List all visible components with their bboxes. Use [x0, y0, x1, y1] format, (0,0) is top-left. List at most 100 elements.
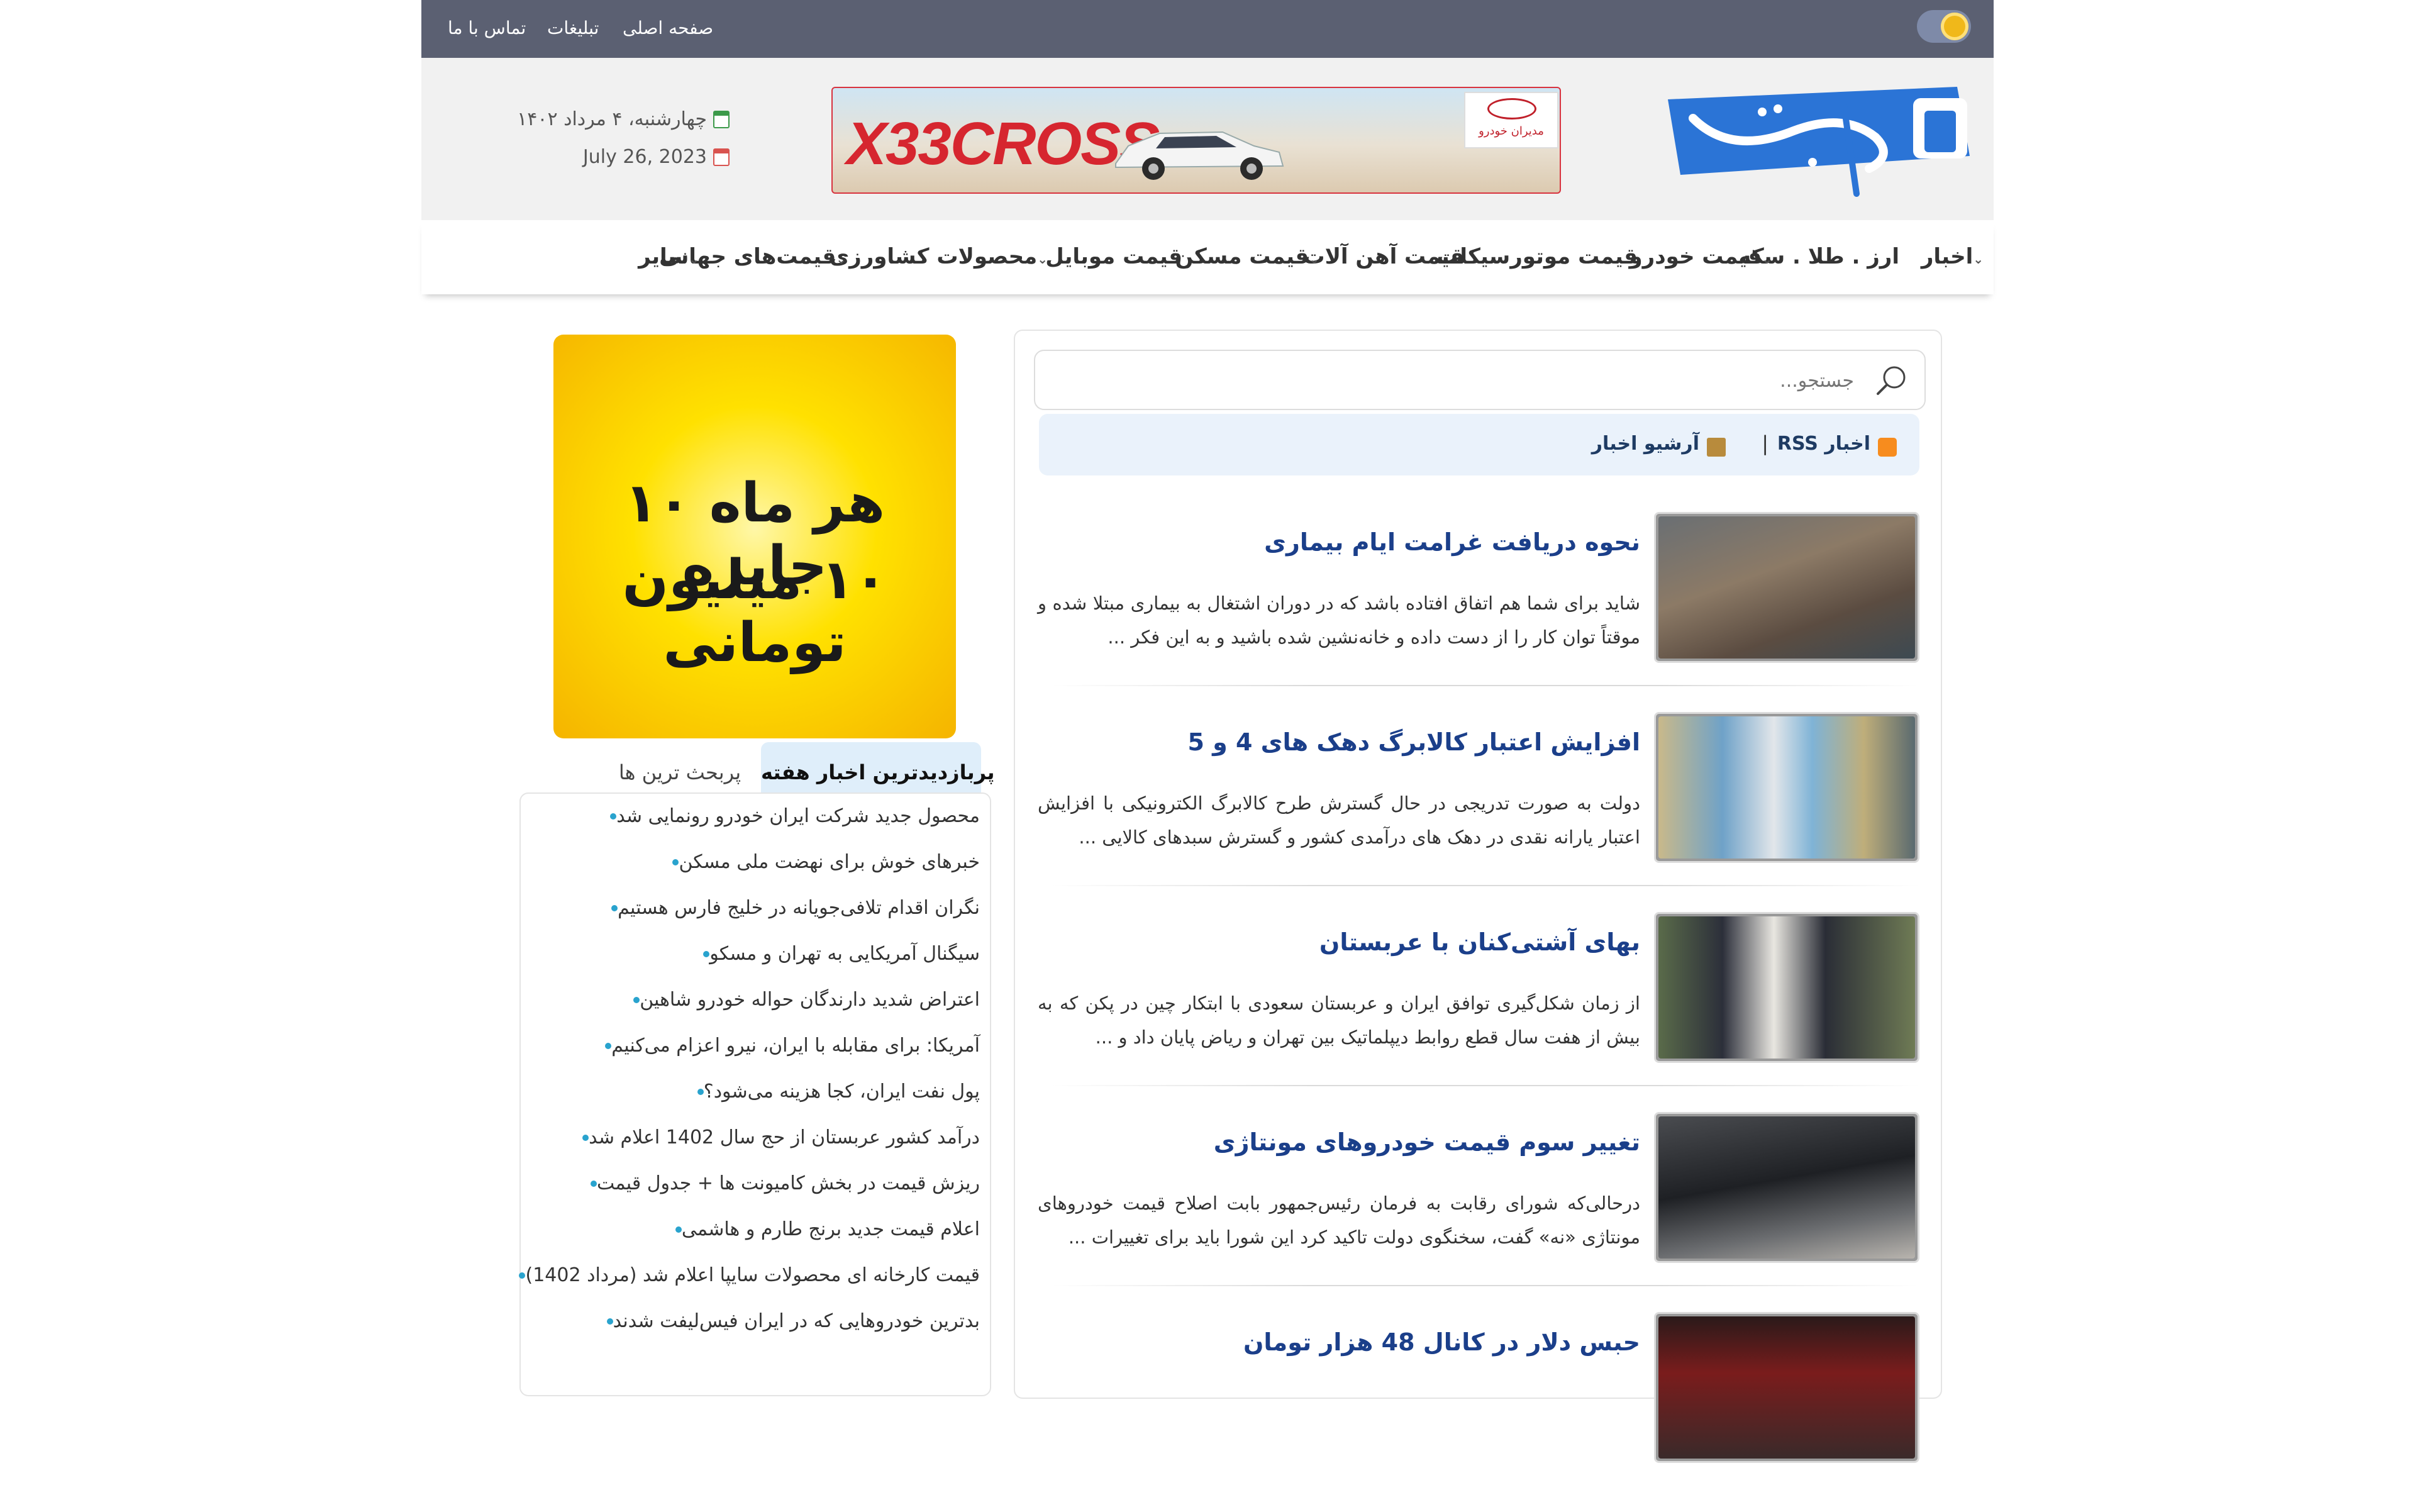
nav-label: قیمت خودرو — [1629, 244, 1762, 269]
news-item[interactable]: حبس دلار در کانال 48 هزار تومان — [1039, 1312, 1919, 1512]
news-divider — [1052, 1285, 1919, 1286]
list-item-label: محصول جدید شرکت ایران خودرو رونمایی شد — [616, 805, 980, 827]
news-title[interactable]: بهای آشتی‌کنان با عربستان — [1319, 928, 1640, 956]
bullet-icon — [633, 996, 640, 1003]
calendar-icon — [713, 148, 730, 166]
header-ad-banner[interactable]: X33CROSS مدیران خودرو — [831, 87, 1561, 194]
archive-bar: RSS اخبار | آرشیو اخبار — [1039, 414, 1919, 475]
separator: | — [1762, 431, 1768, 455]
list-item[interactable]: پول نفت ایران، کجا هزینه می‌شود؟ — [692, 1081, 980, 1103]
list-item[interactable]: قیمت کارخانه ای محصولات سایپا اعلام شد (… — [514, 1264, 980, 1286]
news-thumbnail[interactable] — [1654, 1112, 1919, 1263]
news-item[interactable]: نحوه دریافت غرامت ایام بیماری شاید برای … — [1038, 512, 1919, 712]
top-link-home[interactable]: صفحه اصلی — [623, 18, 713, 39]
news-title[interactable]: افزایش اعتبار کالابرگ دهک های 4 و 5 — [1187, 728, 1640, 756]
bullet-icon — [610, 813, 617, 820]
news-image — [1658, 516, 1915, 659]
chevron-down-icon: ⌄ — [1973, 252, 1984, 267]
site-logo[interactable] — [1655, 81, 1984, 206]
list-item-label: آمریکا: برای مقابله با ایران، نیرو اعزام… — [611, 1035, 980, 1057]
nav-item-agriculture[interactable]: محصولات کشاورزی⌄ — [830, 244, 1050, 269]
news-divider — [1052, 1085, 1919, 1086]
top-link-contact[interactable]: تماس با ما — [448, 18, 526, 39]
rss-link[interactable]: RSS اخبار — [1777, 433, 1870, 455]
news-title[interactable]: نحوه دریافت غرامت ایام بیماری — [1264, 528, 1640, 556]
list-item[interactable]: اعلام قیمت جدید برنج طارم و هاشمی — [670, 1218, 980, 1240]
news-title[interactable]: تغییر سوم قیمت خودروهای مونتاژی — [1214, 1128, 1640, 1156]
nav-label: اخبار — [1921, 244, 1974, 269]
nav-item-iron[interactable]: قیمت آهن آلات — [1303, 244, 1464, 269]
list-item-label: قیمت کارخانه ای محصولات سایپا اعلام شد (… — [525, 1264, 980, 1286]
news-divider — [1052, 885, 1919, 886]
sidebar-ad[interactable]: هر ماه ۱۰ جایزه ۱۰ میلیون تومانی — [553, 335, 956, 738]
list-item[interactable]: خبرهای خوش برای نهضت ملی مسکن — [667, 851, 980, 873]
date-gregorian: July 26, 2023 — [583, 146, 730, 168]
news-image — [1658, 1116, 1915, 1259]
theme-toggle[interactable] — [1917, 10, 1971, 43]
list-item-label: خبرهای خوش برای نهضت ملی مسکن — [679, 851, 980, 873]
calendar-icon — [713, 110, 730, 128]
news-thumbnail[interactable] — [1654, 1312, 1919, 1463]
rss-icon — [1878, 438, 1897, 457]
list-item-label: بدترین خودروهایی که در ایران فیس‌لیفت شد… — [613, 1310, 980, 1332]
nav-label: سایر — [638, 244, 689, 269]
nav-item-other[interactable]: سایر⌄ — [638, 244, 702, 269]
bullet-icon — [582, 1134, 589, 1141]
chevron-down-icon: ⌄ — [1309, 252, 1319, 267]
ad-line-2: ۱۰ میلیون تومانی — [622, 548, 887, 674]
dealer-name: مدیران خودرو — [1479, 125, 1544, 138]
archive-link[interactable]: آرشیو اخبار — [1592, 433, 1699, 455]
page: صفحه اصلی تبلیغات تماس با ما چهارشنبه، ۴… — [421, 0, 1994, 1463]
list-item-label: اعتراض شدید دارندگان حواله خودرو شاهین — [640, 989, 980, 1011]
search-box — [1034, 350, 1926, 410]
list-item-label: سیگنال آمریکایی به تهران و مسکو — [709, 943, 980, 965]
news-divider — [1052, 685, 1919, 686]
list-item[interactable]: سیگنال آمریکایی به تهران و مسکو — [698, 943, 980, 965]
news-excerpt: از زمان شکل‌گیری توافق ایران و عربستان س… — [1038, 992, 1640, 1048]
list-item[interactable]: درآمد کشور عربستان از حج سال 1402 اعلام … — [577, 1126, 980, 1148]
top-link-ads[interactable]: تبلیغات — [547, 18, 599, 39]
nav-item-car-price[interactable]: قیمت خودرو⌄ — [1629, 244, 1775, 269]
news-item[interactable]: بهای آشتی‌کنان با عربستان از زمان شکل‌گی… — [1038, 912, 1919, 1112]
news-excerpt: درحالی‌که شورای رقابت به فرمان رئیس‌جمهو… — [1038, 1192, 1640, 1248]
archive-icon — [1707, 438, 1726, 457]
list-item[interactable]: آمریکا: برای مقابله با ایران، نیرو اعزام… — [600, 1035, 980, 1057]
news-item[interactable]: تغییر سوم قیمت خودروهای مونتاژی درحالی‌ک… — [1038, 1112, 1919, 1312]
nav-label: قیمت آهن آلات — [1303, 244, 1464, 269]
chevron-down-icon: ⌄ — [836, 252, 847, 267]
nav-item-motorcycle[interactable]: قیمت موتورسیکلت — [1436, 244, 1638, 269]
date-gregorian-text: July 26, 2023 — [582, 146, 707, 168]
list-item[interactable]: محصول جدید شرکت ایران خودرو رونمایی شد — [605, 805, 980, 827]
car-image — [1115, 131, 1284, 180]
list-item[interactable]: نگران اقدام تلافی‌جویانه در خلیج فارس هس… — [606, 897, 980, 919]
nav-label: قیمت موبایل — [1045, 244, 1182, 269]
nav-item-housing[interactable]: قیمت مسکن⌄ — [1175, 244, 1322, 269]
nav-item-mobile[interactable]: قیمت موبایل — [1045, 244, 1182, 269]
top-bar: صفحه اصلی تبلیغات تماس با ما — [421, 0, 1994, 58]
list-item-label: پول نفت ایران، کجا هزینه می‌شود؟ — [703, 1081, 980, 1103]
list-item-label: نگران اقدام تلافی‌جویانه در خلیج فارس هس… — [618, 897, 980, 919]
news-item[interactable]: افزایش اعتبار کالابرگ دهک های 4 و 5 دولت… — [1038, 712, 1919, 912]
sun-icon — [1941, 13, 1968, 40]
site-header: چهارشنبه، ۴ مرداد ۱۴۰۲ July 26, 2023 X33… — [421, 58, 1994, 221]
popular-news-list: محصول جدید شرکت ایران خودرو رونمایی شد خ… — [519, 792, 991, 1396]
news-thumbnail[interactable] — [1654, 912, 1919, 1063]
date-persian-text: چهارشنبه، ۴ مرداد ۱۴۰۲ — [517, 108, 707, 130]
bullet-icon — [697, 1088, 704, 1095]
bullet-icon — [606, 1318, 613, 1325]
mvm-logo — [1487, 98, 1536, 120]
news-thumbnail[interactable] — [1654, 512, 1919, 663]
news-title[interactable]: حبس دلار در کانال 48 هزار تومان — [1243, 1328, 1640, 1356]
list-item[interactable]: ریزش قیمت در بخش کامیونت ها + جدول قیمت — [586, 1172, 980, 1194]
bullet-icon — [519, 1272, 526, 1279]
list-item[interactable]: اعتراض شدید دارندگان حواله خودرو شاهین — [628, 989, 980, 1011]
bullet-icon — [675, 1226, 682, 1233]
bullet-icon — [590, 1180, 597, 1187]
search-icon[interactable] — [1875, 364, 1908, 396]
search-input[interactable] — [1098, 351, 1855, 410]
nav-item-news[interactable]: اخبار⌄ — [1921, 244, 1986, 269]
list-item[interactable]: بدترین خودروهایی که در ایران فیس‌لیفت شد… — [602, 1310, 980, 1332]
news-thumbnail[interactable] — [1654, 712, 1919, 863]
news-image — [1658, 716, 1915, 859]
bullet-icon — [611, 904, 618, 911]
